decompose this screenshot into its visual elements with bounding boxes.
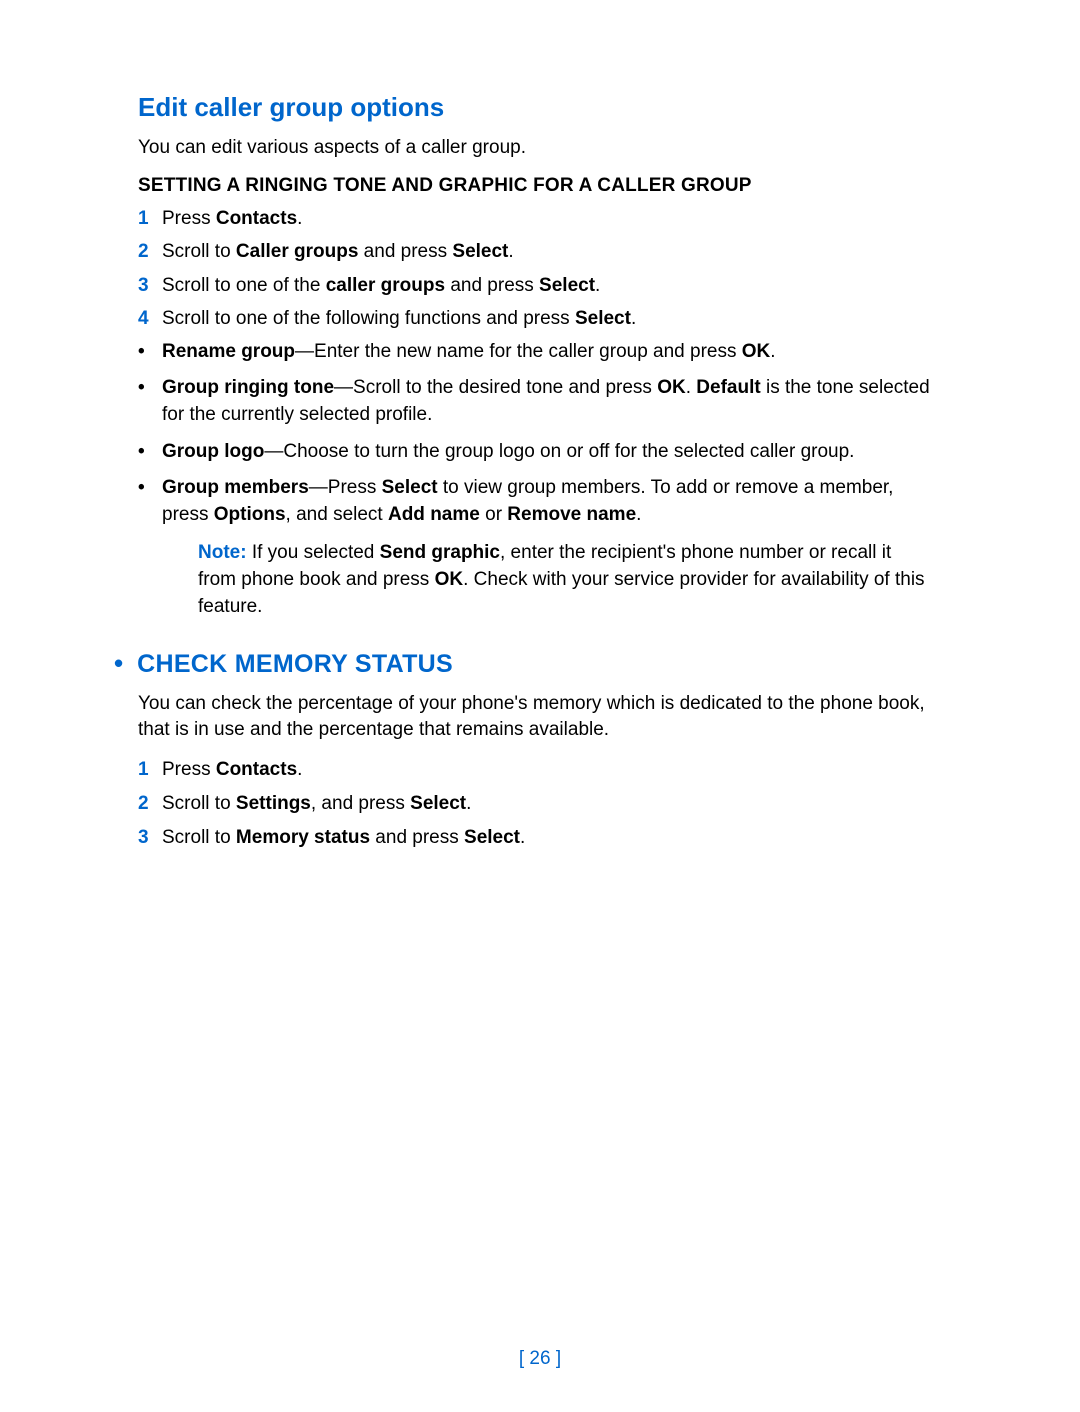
step-number: 1 xyxy=(138,756,162,784)
step-number: 2 xyxy=(138,790,162,818)
bullet-icon: • xyxy=(138,475,162,528)
section1-subhead: SETTING A RINGING TONE AND GRAPHIC FOR A… xyxy=(138,175,942,197)
page-number: [ 26 ] xyxy=(0,1348,1080,1370)
section2-header: • CHECK MEMORY STATUS xyxy=(138,648,942,679)
step-number: 4 xyxy=(138,305,162,333)
section-title-edit-caller-group: Edit caller group options xyxy=(138,92,942,123)
section1-intro: You can edit various aspects of a caller… xyxy=(138,135,942,161)
bullet-icon: • xyxy=(138,375,162,428)
document-page: Edit caller group options You can edit v… xyxy=(0,0,1080,851)
note-label: Note: xyxy=(198,542,247,563)
step-number: 1 xyxy=(138,205,162,233)
bullet-item: • Group members—Press Select to view gro… xyxy=(138,475,942,528)
bullet-icon: • xyxy=(138,439,162,466)
step-number: 3 xyxy=(138,272,162,300)
bullet-text: Rename group—Enter the new name for the … xyxy=(162,339,942,366)
step-item: 4 Scroll to one of the following functio… xyxy=(138,305,942,333)
section-bullet-icon: • xyxy=(114,648,123,679)
step-item: 1 Press Contacts. xyxy=(138,205,942,233)
section-title-check-memory: CHECK MEMORY STATUS xyxy=(137,650,453,679)
step-item: 2 Scroll to Settings, and press Select. xyxy=(138,790,942,818)
step-text: Scroll to Settings, and press Select. xyxy=(162,790,942,818)
section1-steps: 1 Press Contacts. 2 Scroll to Caller gro… xyxy=(138,205,942,333)
step-text: Press Contacts. xyxy=(162,756,942,784)
bullet-item: • Group logo—Choose to turn the group lo… xyxy=(138,439,942,466)
step-text: Scroll to Memory status and press Select… xyxy=(162,824,942,852)
step-number: 2 xyxy=(138,238,162,266)
bullet-item: • Rename group—Enter the new name for th… xyxy=(138,339,942,366)
step-item: 3 Scroll to one of the caller groups and… xyxy=(138,272,942,300)
step-text: Scroll to one of the caller groups and p… xyxy=(162,272,942,300)
bullet-text: Group members—Press Select to view group… xyxy=(162,475,942,528)
section2-steps: 1 Press Contacts. 2 Scroll to Settings, … xyxy=(138,756,942,851)
step-text: Scroll to Caller groups and press Select… xyxy=(162,238,942,266)
section1-bullets: • Rename group—Enter the new name for th… xyxy=(138,339,942,529)
step-number: 3 xyxy=(138,824,162,852)
step-text: Scroll to one of the following functions… xyxy=(162,305,942,333)
note-block: Note: If you selected Send graphic, ente… xyxy=(198,540,942,620)
section2-intro: You can check the percentage of your pho… xyxy=(138,691,942,742)
step-item: 1 Press Contacts. xyxy=(138,756,942,784)
bullet-item: • Group ringing tone—Scroll to the desir… xyxy=(138,375,942,428)
step-text: Press Contacts. xyxy=(162,205,942,233)
bullet-text: Group ringing tone—Scroll to the desired… xyxy=(162,375,942,428)
bullet-text: Group logo—Choose to turn the group logo… xyxy=(162,439,942,466)
step-item: 3 Scroll to Memory status and press Sele… xyxy=(138,824,942,852)
bullet-icon: • xyxy=(138,339,162,366)
step-item: 2 Scroll to Caller groups and press Sele… xyxy=(138,238,942,266)
